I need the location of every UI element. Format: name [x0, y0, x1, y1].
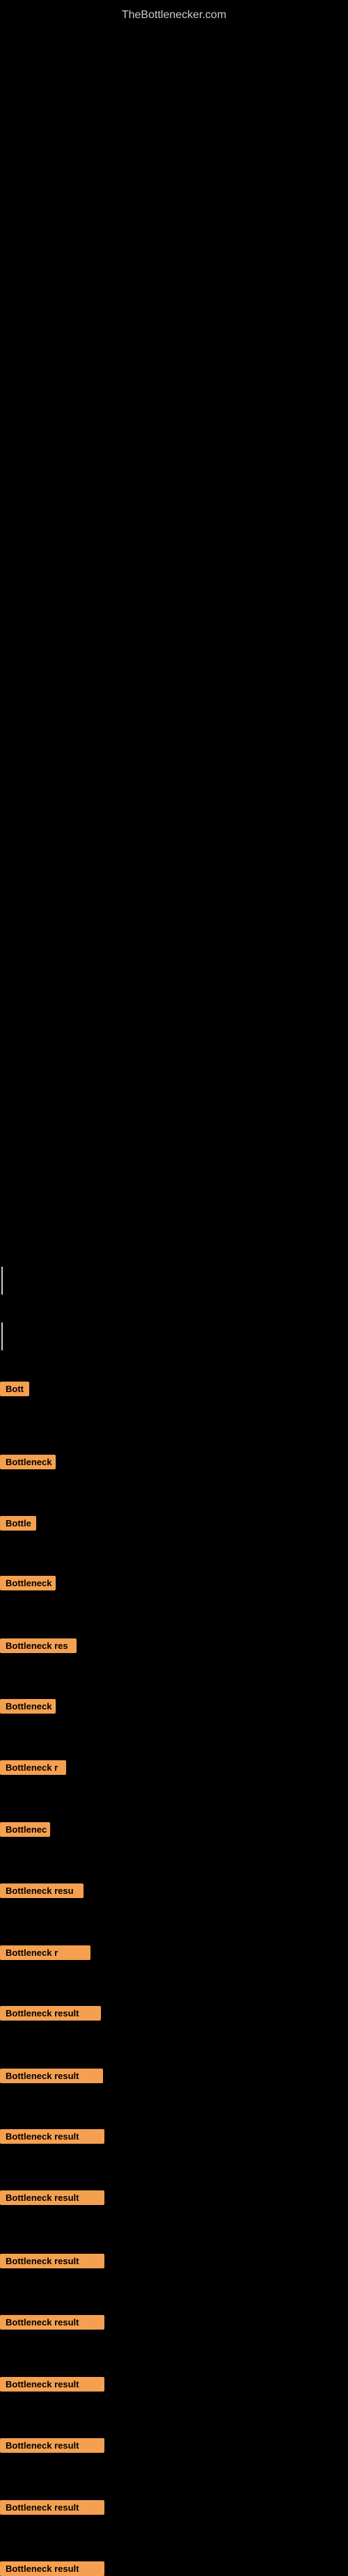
label-18: Bottleneck result — [0, 2438, 104, 2453]
label-10: Bottleneck r — [0, 1945, 90, 1960]
label-8: Bottlenec — [0, 1822, 50, 1837]
label-16: Bottleneck result — [0, 2315, 104, 2330]
cursor-line-2 — [1, 1322, 3, 1350]
label-6: Bottleneck — [0, 1699, 56, 1714]
label-17: Bottleneck result — [0, 2377, 104, 2392]
label-14: Bottleneck result — [0, 2190, 104, 2205]
cursor-line-1 — [1, 1267, 3, 1295]
label-5: Bottleneck res — [0, 1638, 77, 1653]
label-2: Bottleneck — [0, 1455, 56, 1469]
label-11: Bottleneck result — [0, 2006, 101, 2021]
site-title: TheBottlenecker.com — [122, 3, 226, 22]
label-4: Bottleneck — [0, 1576, 56, 1590]
label-12: Bottleneck result — [0, 2069, 103, 2083]
label-20: Bottleneck result — [0, 2561, 104, 2576]
label-3: Bottle — [0, 1516, 36, 1531]
label-9: Bottleneck resu — [0, 1883, 84, 1898]
label-19: Bottleneck result — [0, 2500, 104, 2515]
label-7: Bottleneck r — [0, 1760, 66, 1775]
label-15: Bottleneck result — [0, 2254, 104, 2268]
label-1: Bott — [0, 1382, 29, 1396]
label-13: Bottleneck result — [0, 2129, 104, 2144]
